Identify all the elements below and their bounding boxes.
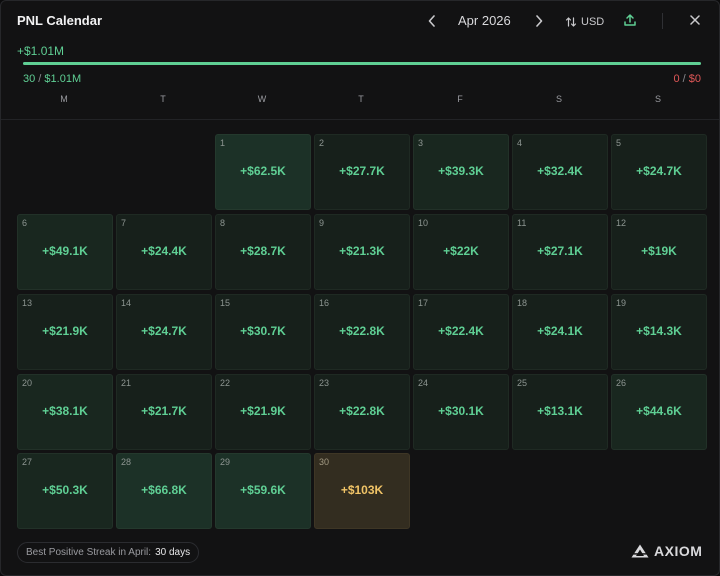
calendar-day-cell[interactable]: 1 +$62.5K [215,134,311,210]
streak-badge: Best Positive Streak in April: 30 days [17,542,200,563]
day-number: 8 [220,218,226,228]
day-pnl-value: +$49.1K [42,244,88,258]
day-pnl-value: +$21.3K [339,244,385,258]
calendar-day-cell[interactable]: 18 +$24.1K [512,294,608,370]
day-number: 11 [517,218,527,228]
streak-value: 30 days [155,547,191,558]
day-pnl-value: +$21.9K [240,404,286,418]
day-number: 19 [616,298,627,308]
day-number: 30 [319,457,330,467]
calendar-day-cell[interactable]: 24 +$30.1K [413,374,509,450]
day-number: 22 [220,378,231,388]
day-pnl-value: +$14.3K [636,324,682,338]
calendar-day-cell[interactable]: 17 +$22.4K [413,294,509,370]
day-number: 26 [616,378,627,388]
day-number: 25 [517,378,528,388]
day-number: 24 [418,378,429,388]
calendar-day-cell[interactable]: 26 +$44.6K [611,374,707,450]
calendar-day-cell[interactable]: 13 +$21.9K [17,294,113,370]
brand-name: AXIOM [654,543,703,559]
day-number: 16 [319,298,330,308]
day-pnl-value: +$24.4K [141,244,187,258]
day-number: 7 [121,218,127,228]
day-pnl-value: +$21.7K [141,404,187,418]
calendar-day-cell[interactable]: 27 +$50.3K [17,453,113,529]
day-number: 6 [22,218,28,228]
day-pnl-value: +$32.4K [537,164,583,178]
day-number: 17 [418,298,429,308]
day-number: 4 [517,138,523,148]
day-pnl-value: +$24.1K [537,324,583,338]
calendar-day-cell[interactable]: 29 +$59.6K [215,453,311,529]
day-pnl-value: +$103K [340,483,384,497]
day-pnl-value: +$38.1K [42,404,88,418]
day-pnl-value: +$30.7K [240,324,286,338]
day-pnl-value: +$39.3K [438,164,484,178]
calendar-day-cell[interactable]: 6 +$49.1K [17,214,113,290]
day-pnl-value: +$22.4K [438,324,484,338]
day-pnl-value: +$24.7K [636,164,682,178]
day-pnl-value: +$22K [443,244,479,258]
day-number: 15 [220,298,231,308]
day-pnl-value: +$24.7K [141,324,187,338]
calendar-day-cell[interactable]: 20 +$38.1K [17,374,113,450]
day-number: 18 [517,298,528,308]
day-number: 5 [616,138,622,148]
day-number: 10 [418,218,429,228]
day-pnl-value: +$30.1K [438,404,484,418]
day-pnl-value: +$44.6K [636,404,682,418]
calendar-day-cell[interactable]: 5 +$24.7K [611,134,707,210]
calendar-day-cell[interactable]: 4 +$32.4K [512,134,608,210]
calendar-grid: 1 +$62.5K 2 +$27.7K 3 +$39.3K 4 +$32.4K 5 +$24.7K… [1,1,719,575]
day-number: 27 [22,457,33,467]
axiom-logo-icon [631,544,649,558]
calendar-day-cell[interactable]: 25 +$13.1K [512,374,608,450]
day-pnl-value: +$50.3K [42,483,88,497]
calendar-day-cell[interactable]: 16 +$22.8K [314,294,410,370]
day-pnl-value: +$22.8K [339,324,385,338]
calendar-day-cell[interactable]: 14 +$24.7K [116,294,212,370]
day-number: 3 [418,138,424,148]
calendar-day-cell[interactable]: 9 +$21.3K [314,214,410,290]
day-pnl-value: +$28.7K [240,244,286,258]
day-number: 2 [319,138,325,148]
brand: AXIOM [631,543,702,559]
day-number: 14 [121,298,132,308]
calendar-day-cell[interactable]: 22 +$21.9K [215,374,311,450]
calendar-day-cell[interactable]: 2 +$27.7K [314,134,410,210]
day-pnl-value: +$27.1K [537,244,583,258]
day-number: 1 [220,138,226,148]
calendar-day-cell[interactable]: 12 +$19K [611,214,707,290]
calendar-day-cell[interactable]: 23 +$22.8K [314,374,410,450]
day-pnl-value: +$22.8K [339,404,385,418]
calendar-day-cell[interactable]: 28 +$66.8K [116,453,212,529]
day-number: 13 [22,298,33,308]
calendar-day-cell[interactable]: 19 +$14.3K [611,294,707,370]
day-pnl-value: +$62.5K [240,164,286,178]
streak-label: Best Positive Streak in April: [26,547,152,558]
day-number: 20 [22,378,33,388]
calendar-day-cell[interactable]: 10 +$22K [413,214,509,290]
calendar-day-cell[interactable]: 21 +$21.7K [116,374,212,450]
day-number: 23 [319,378,330,388]
calendar-day-cell[interactable]: 30 +$103K [314,453,410,529]
day-number: 12 [616,218,627,228]
calendar-day-cell[interactable]: 15 +$30.7K [215,294,311,370]
day-number: 21 [121,378,132,388]
day-number: 29 [220,457,231,467]
calendar-day-cell[interactable]: 3 +$39.3K [413,134,509,210]
day-number: 9 [319,218,325,228]
day-pnl-value: +$19K [641,244,677,258]
day-pnl-value: +$13.1K [537,404,583,418]
day-pnl-value: +$27.7K [339,164,385,178]
calendar-day-cell[interactable]: 8 +$28.7K [215,214,311,290]
pnl-calendar-panel: PNL Calendar Apr 2026 USD +$1.01M 30 / $… [0,0,720,576]
day-pnl-value: +$66.8K [141,483,187,497]
day-pnl-value: +$59.6K [240,483,286,497]
calendar-day-cell[interactable]: 7 +$24.4K [116,214,212,290]
day-pnl-value: +$21.9K [42,324,88,338]
day-number: 28 [121,457,132,467]
calendar-day-cell[interactable]: 11 +$27.1K [512,214,608,290]
